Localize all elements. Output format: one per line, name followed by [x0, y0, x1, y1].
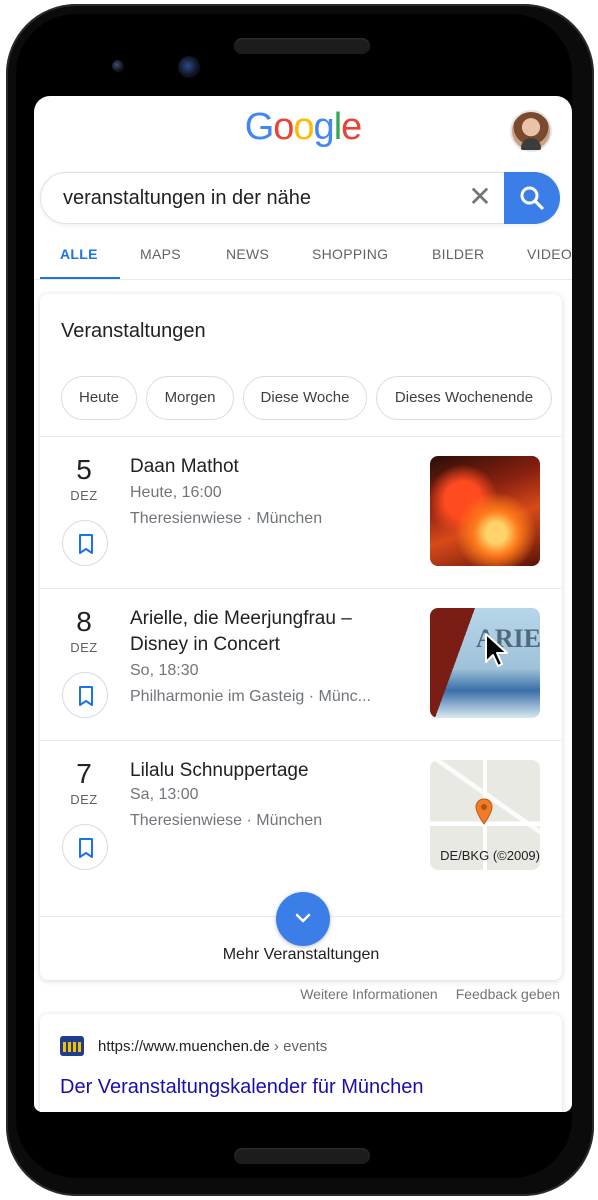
event-month: DEZ: [70, 488, 98, 503]
event-time: Heute, 16:00: [130, 484, 222, 501]
event-venue: Theresienwiese · München: [130, 812, 323, 829]
tab-news[interactable]: NEWS: [226, 246, 269, 262]
map-credit: DE/BKG (©2009): [440, 848, 540, 863]
chip-tomorrow[interactable]: Morgen: [146, 376, 234, 420]
bookmark-button[interactable]: [62, 520, 108, 566]
event-item[interactable]: 7 DEZ Lilalu Schnuppertage Sa, 13:00 The…: [40, 740, 562, 892]
event-day: 7: [76, 758, 92, 789]
proximity-sensor: [112, 60, 124, 72]
event-title[interactable]: Daan Mathot: [130, 454, 410, 480]
event-time: Sa, 13:00: [130, 786, 199, 803]
search-button[interactable]: [504, 172, 560, 224]
mouse-cursor-icon: [485, 633, 508, 667]
result-url: https://www.muenchen.de › events: [98, 1038, 327, 1055]
bottom-speaker: [234, 1148, 370, 1164]
event-venue: Philharmonie im Gasteig · Münc...: [130, 688, 371, 705]
tab-videos[interactable]: VIDEOS: [527, 246, 572, 262]
event-title[interactable]: Lilalu Schnuppertage: [130, 758, 410, 784]
card-title: Veranstaltungen: [61, 320, 206, 342]
logo-letter: o: [273, 106, 294, 148]
bookmark-button[interactable]: [62, 672, 108, 718]
bookmark-button[interactable]: [62, 824, 108, 870]
front-camera: [178, 56, 200, 78]
tab-maps[interactable]: MAPS: [140, 246, 181, 262]
bookmark-icon: [79, 534, 93, 554]
chevron-down-icon: [295, 913, 311, 923]
event-time: So, 18:30: [130, 662, 199, 679]
chip-today[interactable]: Heute: [61, 376, 137, 420]
event-venue: Theresienwiese · München: [130, 510, 323, 527]
event-month: DEZ: [70, 640, 98, 655]
search-tabs: ALLE MAPS NEWS SHOPPING BILDER VIDEOS: [34, 234, 572, 280]
card-footer-links: Weitere Informationen Feedback geben: [282, 986, 560, 1002]
more-events-label[interactable]: Mehr Veranstaltungen: [40, 946, 562, 964]
close-icon[interactable]: ✕: [465, 183, 495, 213]
event-title[interactable]: Arielle, die Meerjungfrau – Disney in Co…: [130, 606, 410, 658]
logo-letter: e: [341, 106, 362, 148]
feedback-link[interactable]: Feedback geben: [456, 986, 560, 1002]
bookmark-icon: [79, 686, 93, 706]
screen: Google veranstaltungen in der nähe ✕ ALL…: [34, 96, 572, 1112]
event-day: 8: [76, 606, 92, 637]
logo-letter: G: [244, 106, 275, 148]
tab-images[interactable]: BILDER: [432, 246, 484, 262]
search-result[interactable]: https://www.muenchen.de › events Der Ver…: [40, 1014, 562, 1112]
more-events-button[interactable]: [276, 892, 330, 946]
search-input[interactable]: veranstaltungen in der nähe: [63, 187, 311, 210]
event-day: 5: [76, 454, 92, 485]
event-thumbnail[interactable]: [430, 456, 540, 566]
account-avatar[interactable]: [510, 110, 552, 152]
active-tab-indicator: [40, 277, 120, 279]
result-title-link[interactable]: Der Veranstaltungskalender für München: [60, 1076, 424, 1099]
tab-shopping[interactable]: SHOPPING: [312, 246, 388, 262]
result-path: › events: [269, 1038, 328, 1055]
search-icon: [520, 186, 544, 210]
earpiece-speaker: [234, 38, 370, 54]
tab-all[interactable]: ALLE: [60, 246, 98, 262]
logo-letter: g: [313, 106, 335, 148]
more-info-link[interactable]: Weitere Informationen: [300, 986, 437, 1002]
event-map-thumbnail[interactable]: DE/BKG (©2009): [430, 760, 540, 870]
logo-letter: l: [333, 106, 343, 148]
logo-letter: o: [293, 106, 314, 148]
map-pin-icon: [475, 798, 493, 825]
bookmark-icon: [79, 838, 93, 858]
search-bar[interactable]: veranstaltungen in der nähe ✕: [40, 172, 560, 224]
chip-this-weekend[interactable]: Dieses Wochenende: [376, 376, 552, 420]
result-domain: https://www.muenchen.de: [98, 1038, 270, 1055]
chip-this-week[interactable]: Diese Woche: [243, 376, 367, 420]
event-month: DEZ: [70, 792, 98, 807]
site-favicon-icon: [60, 1036, 84, 1056]
event-item[interactable]: 5 DEZ Daan Mathot Heute, 16:00 Theresien…: [40, 436, 562, 588]
google-logo[interactable]: Google: [34, 106, 572, 149]
